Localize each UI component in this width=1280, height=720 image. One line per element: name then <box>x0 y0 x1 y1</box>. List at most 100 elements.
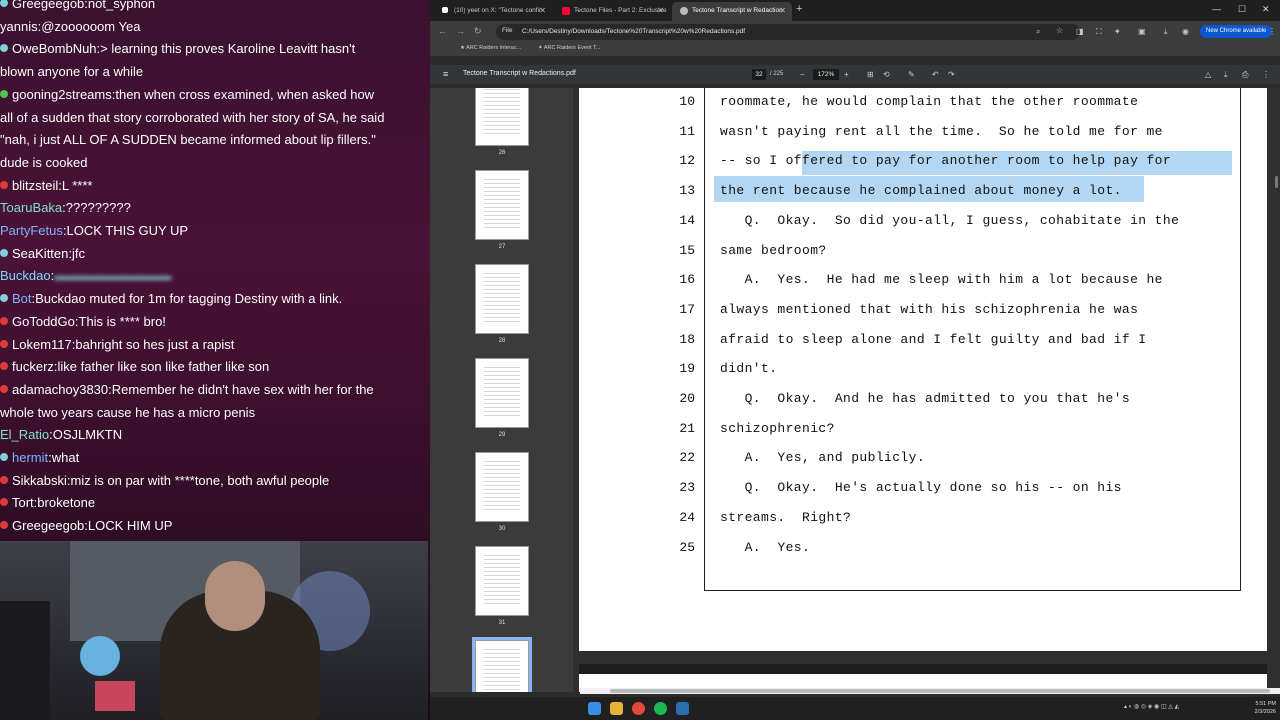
rotate-icon[interactable]: ⟲ <box>883 70 890 79</box>
chat-username[interactable]: hermit <box>12 450 48 465</box>
minimize-icon[interactable]: — <box>1212 4 1221 14</box>
bookmark-item[interactable]: ★ ARC Raiders Interac... <box>460 45 521 51</box>
chat-username[interactable]: blitzsteil <box>12 178 58 193</box>
pdf-page: 10 roommate, he would complain that the o… <box>579 88 1267 651</box>
page-number-input[interactable]: 32 <box>752 69 766 80</box>
chat-username[interactable]: yannis <box>0 19 38 34</box>
fit-page-icon[interactable]: ⊞ <box>867 70 874 79</box>
steam-icon[interactable] <box>676 702 689 715</box>
pdf-more-icon[interactable]: ⋮ <box>1262 70 1270 79</box>
bookmark-star-icon[interactable]: ☆ <box>1056 26 1063 35</box>
document-viewer[interactable]: 10 roommate, he would complain that the o… <box>573 88 1280 692</box>
chat-username[interactable]: OweBombNuh <box>12 41 97 56</box>
transcript-line[interactable]: Q. Okay. So did you-all, I guess, cohabi… <box>720 213 1179 228</box>
transcript-line[interactable]: A. Yes, and publicly. <box>720 450 925 465</box>
chat-username[interactable]: Bot <box>12 291 32 306</box>
tab-youtube[interactable]: Tectone Files - Part 2: Exclusive ✕ <box>554 2 670 21</box>
pdf-download-icon[interactable]: ⤓ <box>1224 70 1228 80</box>
line-number: 13 <box>679 183 695 199</box>
scroll-thumb[interactable] <box>1275 176 1278 188</box>
tray-icons[interactable]: ▴ ◐ ◍ ◎ ◈ ◉ ◫ ◬ ◭ <box>1124 703 1179 710</box>
chat-username[interactable]: gooning2streams <box>12 87 112 102</box>
zoom-icon[interactable]: ⌕ <box>1036 27 1040 37</box>
annotate-icon[interactable]: ✎ <box>908 70 915 79</box>
page-thumbnail[interactable] <box>475 170 529 240</box>
download-icon[interactable]: ⤓ <box>1164 27 1168 37</box>
close-tab-icon[interactable]: ✕ <box>657 6 664 15</box>
url-text[interactable]: C:/Users/Destiny/Downloads/Tectone%20Tra… <box>522 28 745 35</box>
undo-icon[interactable]: ↶ <box>932 70 939 79</box>
transcript-line[interactable]: afraid to sleep alone and I felt guilty … <box>720 332 1146 347</box>
transcript-line[interactable]: A. Yes. He had me sleep with him a lot b… <box>720 272 1163 287</box>
page-thumbnail[interactable] <box>475 88 529 146</box>
document-scrollbar[interactable] <box>1273 88 1280 692</box>
transcript-line[interactable]: A. Yes. <box>720 540 810 555</box>
chrome-icon[interactable] <box>632 702 645 715</box>
zoom-input[interactable]: 172% <box>813 69 839 80</box>
transcript-line[interactable]: didn't. <box>720 361 777 376</box>
spotify-icon[interactable] <box>654 702 667 715</box>
transcript-line[interactable]: roommate, he would complain that the oth… <box>720 94 1138 109</box>
page-thumbnail[interactable] <box>475 452 529 522</box>
close-window-icon[interactable]: ✕ <box>1262 4 1270 15</box>
chat-username[interactable]: El_Ratio <box>0 427 49 442</box>
new-chrome-button[interactable]: New Chrome available <box>1200 25 1273 38</box>
tab-pdf[interactable]: Tectone Transcript w Redaction ✕ <box>672 2 792 21</box>
bookmark-label: ARC Raiders Event T... <box>543 45 601 51</box>
taskbar-clock[interactable]: 5:51 PM 2/3/2026 <box>1255 700 1276 716</box>
page-thumbnail[interactable] <box>472 637 532 692</box>
page-thumbnail[interactable] <box>475 264 529 334</box>
file-explorer-icon[interactable] <box>610 702 623 715</box>
transcript-line[interactable]: always mentioned that with his schizophr… <box>720 302 1138 317</box>
profile-icon[interactable]: ◉ <box>1182 27 1189 36</box>
page-thumbnail[interactable] <box>475 358 529 428</box>
menu-dots-icon[interactable]: ⋮ <box>1268 27 1276 36</box>
puzzle-icon[interactable]: ✦ <box>1114 27 1121 36</box>
chat-username[interactable]: Greegeegob <box>12 0 84 11</box>
chat-username[interactable]: SeaKitten <box>12 246 68 261</box>
sidebar-icon[interactable]: ▣ <box>1138 27 1146 36</box>
chat-text: > learning this proves Karoline Leavitt … <box>100 41 356 57</box>
chat-username[interactable]: Buckdao <box>0 268 51 283</box>
print-icon[interactable]: ⎙ <box>1242 70 1248 80</box>
chat-username[interactable]: fuckerz <box>12 359 54 374</box>
horizontal-scrollbar[interactable] <box>580 688 1280 694</box>
chat-username[interactable]: Greegeegob <box>12 518 84 533</box>
transcript-line[interactable]: streams. Right? <box>720 510 851 525</box>
page-thumbnail[interactable] <box>475 546 529 616</box>
windows-start-icon[interactable] <box>588 702 601 715</box>
chat-username[interactable]: Lokem117 <box>12 337 72 352</box>
scroll-thumb[interactable] <box>610 689 1270 693</box>
bookmark-item[interactable]: ✦ ARC Raiders Event T... <box>538 45 600 51</box>
chat-username[interactable]: GoToddGo <box>12 314 75 329</box>
chat-username[interactable]: Tort <box>12 495 34 510</box>
transcript-line[interactable]: Q. Okay. And he has admitted to you that… <box>720 391 1130 406</box>
omnibox[interactable]: File C:/Users/Destiny/Downloads/Tectone%… <box>496 24 1080 40</box>
reload-icon[interactable]: ↻ <box>474 26 482 37</box>
new-tab-button[interactable]: + <box>796 3 802 15</box>
close-tab-icon[interactable]: ✕ <box>539 6 546 15</box>
zoom-out-icon[interactable]: − <box>800 70 805 79</box>
screenshot-icon[interactable]: ⛶ <box>1096 27 1102 37</box>
transcript-line[interactable]: same bedroom? <box>720 243 827 258</box>
chat-username[interactable]: ToaruBaka <box>0 200 62 215</box>
tab-x-post[interactable]: (10) yeet on X: "Tectone confir ✕ <box>434 2 552 21</box>
close-tab-icon[interactable]: ✕ <box>779 6 786 15</box>
zoom-in-icon[interactable]: + <box>844 70 849 79</box>
drive-icon[interactable]: △ <box>1205 70 1211 79</box>
transcript-line[interactable]: Q. Okay. He's actually done so his -- on… <box>720 480 1122 495</box>
chat-username[interactable]: adamachoy3830 <box>12 382 108 397</box>
transcript-line[interactable]: wasn't paying rent all the time. So he t… <box>720 124 1163 139</box>
chat-message-list: Greegeegob:not_syphon yannis:@zoooooom Ye… <box>0 0 428 538</box>
extension-icon[interactable]: ◨ <box>1076 27 1084 36</box>
back-icon[interactable]: ← <box>438 26 447 36</box>
chat-username[interactable]: PartyFetus <box>0 223 63 238</box>
redo-icon[interactable]: ↷ <box>948 70 955 79</box>
forward-icon[interactable]: → <box>456 26 465 36</box>
hamburger-menu-icon[interactable]: ≡ <box>443 69 448 79</box>
transcript-line[interactable]: schizophrenic? <box>720 421 835 436</box>
maximize-icon[interactable]: ☐ <box>1238 4 1246 15</box>
transcript-line[interactable]: -- so I offered to pay for another room … <box>720 153 1171 168</box>
chat-username[interactable]: Sikkabski <box>12 473 67 488</box>
transcript-line[interactable]: the rent because he complained about mon… <box>720 183 1122 198</box>
